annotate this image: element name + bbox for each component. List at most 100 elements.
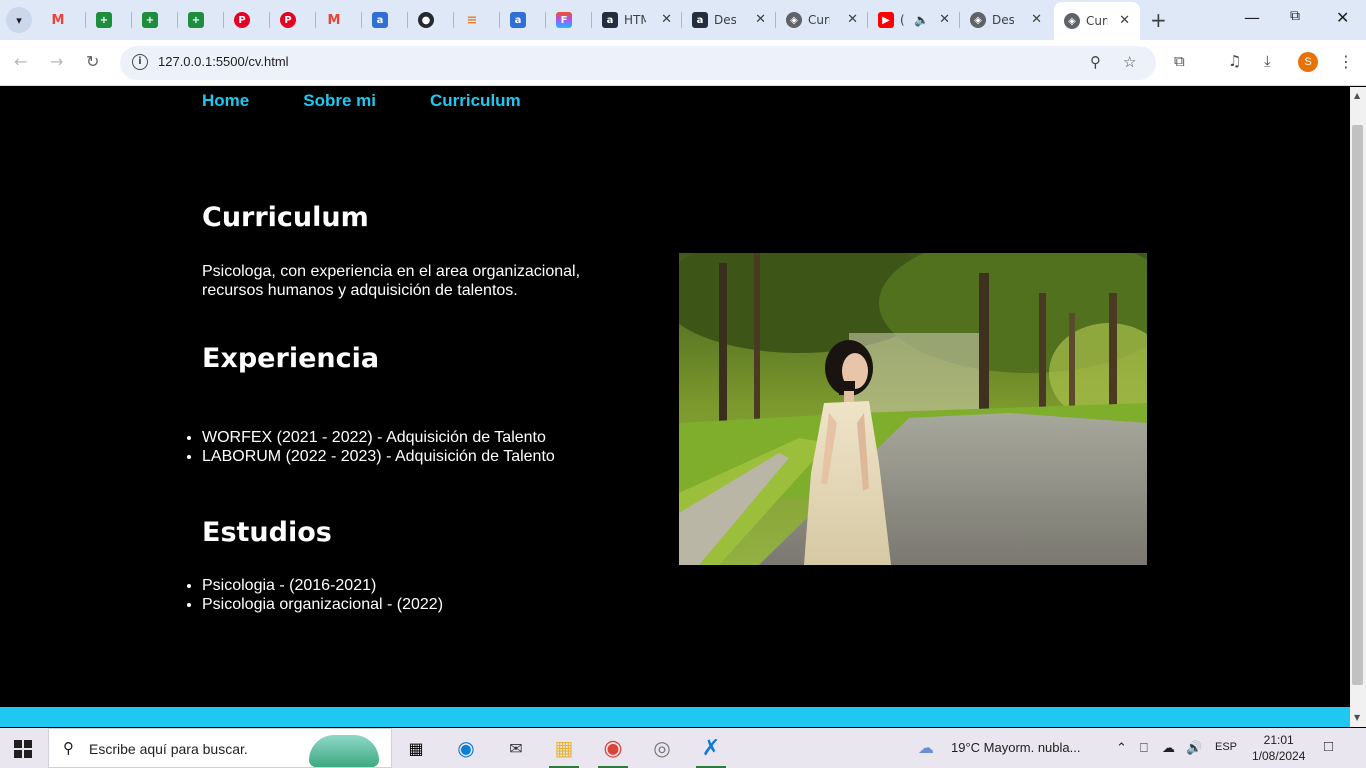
clock-date: 1/08/2024 — [1252, 749, 1306, 763]
tab-stackoverflow[interactable]: ≡ — [454, 0, 500, 40]
close-icon[interactable]: ✕ — [755, 12, 766, 27]
close-icon[interactable]: ✕ — [847, 12, 858, 27]
amazon-dark-icon: a — [692, 12, 708, 28]
stackoverflow-icon: ≡ — [466, 12, 478, 28]
forward-button[interactable]: → — [50, 52, 63, 71]
tab-sheets[interactable]: + — [178, 0, 224, 40]
nav-link-curriculum[interactable]: Curriculum — [430, 91, 521, 111]
tab-github[interactable]: ● — [408, 0, 454, 40]
tab-des[interactable]: a Des ✕ — [682, 0, 776, 40]
nav-link-sobre-mi[interactable]: Sobre mi — [303, 91, 376, 111]
nav-link-home[interactable]: Home — [202, 91, 249, 111]
url-text[interactable]: 127.0.0.1:5500/cv.html — [158, 54, 289, 69]
github-icon: ● — [418, 12, 434, 28]
pinterest-icon: P — [234, 12, 250, 28]
tab-curr[interactable]: ◈Curr✕ — [776, 0, 868, 40]
profile-avatar[interactable]: S — [1298, 52, 1318, 72]
minimize-button[interactable]: — — [1244, 8, 1260, 27]
language-indicator[interactable]: ESP — [1215, 741, 1237, 753]
sheets-icon: + — [188, 12, 204, 28]
scroll-up-arrow-icon[interactable]: ▲ — [1354, 91, 1360, 100]
web-page: Home Sobre mi Curriculum Curriculum Psic… — [0, 87, 1350, 727]
tab-search-button[interactable]: ▾ — [6, 7, 32, 33]
tab-pinterest[interactable]: P — [270, 0, 316, 40]
tab-strip: ▾ M + + + P P M a ● ≡ a F a HTM ✕ a Des ✕ ◈ C… — [0, 0, 1366, 40]
close-window-button[interactable]: ✕ — [1336, 8, 1349, 27]
tab-youtube[interactable]: ▶(🔈 ✕ — [868, 0, 960, 40]
sheets-icon: + — [142, 12, 158, 28]
studies-list: Psicologia - (2016-2021) Psicologia orga… — [202, 576, 443, 614]
chrome-icon[interactable]: ◉ — [590, 728, 636, 768]
tab-gmail[interactable]: M — [40, 0, 86, 40]
mail-icon[interactable]: ✉ — [493, 728, 539, 768]
close-icon[interactable]: ✕ — [1031, 12, 1042, 27]
site-info-icon[interactable]: i — [132, 54, 148, 70]
list-item: LABORUM (2022 - 2023) - Adquisición de T… — [202, 447, 555, 466]
notifications-icon[interactable]: □ — [1324, 738, 1333, 755]
browser-toolbar: ← → ↻ i 127.0.0.1:5500/cv.html ⚲ ☆ ⧉ ♫ ⤓… — [0, 40, 1366, 86]
site-nav: Home Sobre mi Curriculum — [202, 91, 575, 111]
search-icon: ⚲ — [63, 739, 74, 757]
meet-icon[interactable]: ⎕ — [1140, 740, 1148, 756]
profile-photo — [679, 253, 1147, 565]
list-item: WORFEX (2021 - 2022) - Adquisición de Ta… — [202, 428, 555, 447]
file-explorer-icon[interactable]: ▦ — [541, 728, 587, 768]
list-item: Psicologia organizacional - (2022) — [202, 595, 443, 614]
gmail-icon: M — [51, 12, 65, 28]
scroll-thumb[interactable] — [1352, 125, 1363, 685]
app-icon[interactable]: ◎ — [639, 728, 685, 768]
globe-icon: ◈ — [1064, 13, 1080, 29]
start-button[interactable] — [14, 740, 32, 758]
globe-icon: ◈ — [970, 12, 986, 28]
volume-icon[interactable]: 🔊 — [1186, 740, 1202, 756]
restore-button[interactable]: ⧉ — [1290, 8, 1300, 24]
page-title: Curriculum — [202, 202, 369, 233]
tab-des[interactable]: ◈ Des ✕ — [960, 0, 1052, 40]
new-tab-button[interactable]: + — [1150, 8, 1167, 32]
profile-summary: Psicologa, con experiencia en el area or… — [202, 263, 581, 299]
chevron-up-icon[interactable]: ⌃ — [1116, 740, 1127, 756]
task-view-icon[interactable]: ▦ — [393, 728, 439, 768]
tab-amazon[interactable]: a — [500, 0, 546, 40]
taskbar-search[interactable]: ⚲ Escribe aquí para buscar. — [48, 728, 392, 768]
onedrive-icon[interactable]: ☁ — [1162, 740, 1175, 756]
tab-htm[interactable]: a HTM ✕ — [592, 0, 682, 40]
close-icon[interactable]: ✕ — [1119, 13, 1130, 28]
amazon-icon: a — [372, 12, 388, 28]
back-button[interactable]: ← — [14, 52, 27, 71]
tab-pinterest[interactable]: P — [224, 0, 270, 40]
sheets-icon: + — [96, 12, 112, 28]
reload-button[interactable]: ↻ — [86, 52, 99, 71]
close-icon[interactable]: ✕ — [661, 12, 672, 27]
experience-list: WORFEX (2021 - 2022) - Adquisición de Ta… — [202, 428, 555, 466]
studies-heading: Estudios — [202, 517, 332, 548]
media-control-icon[interactable]: ♫ — [1228, 52, 1241, 70]
menu-icon[interactable]: ⋮ — [1338, 52, 1354, 71]
vscode-icon[interactable]: ✗ — [688, 728, 734, 768]
tab-curr-active[interactable]: ◈Curr✕ — [1054, 2, 1140, 40]
tab-gmail[interactable]: M — [316, 0, 362, 40]
weather-icon[interactable]: ☁ — [918, 738, 934, 758]
close-icon[interactable]: ✕ — [939, 12, 950, 27]
extensions-icon[interactable]: ⧉ — [1174, 52, 1185, 70]
clock[interactable]: 21:01 1/08/2024 — [1252, 732, 1305, 764]
tab-sheets[interactable]: + — [132, 0, 178, 40]
download-icon[interactable]: ⤓ — [1264, 52, 1271, 70]
page-scrollbar[interactable]: ▲ ▼ — [1350, 87, 1366, 727]
search-highlight-image — [309, 735, 379, 767]
weather-text[interactable]: 19°C Mayorm. nubla... — [951, 740, 1080, 755]
experience-heading: Experiencia — [202, 343, 380, 374]
tab-figma[interactable]: F — [546, 0, 592, 40]
speaker-icon[interactable]: 🔈 — [914, 13, 929, 27]
tab-amazon[interactable]: a — [362, 0, 408, 40]
scroll-down-arrow-icon[interactable]: ▼ — [1354, 713, 1360, 722]
pinterest-icon: P — [280, 12, 296, 28]
clock-time: 21:01 — [1263, 733, 1294, 747]
amazon-dark-icon: a — [602, 12, 618, 28]
edge-icon[interactable]: ◉ — [443, 728, 489, 768]
amazon-icon: a — [510, 12, 526, 28]
bookmark-star-icon[interactable]: ☆ — [1123, 53, 1136, 71]
address-bar[interactable]: i 127.0.0.1:5500/cv.html ⚲ ☆ — [120, 46, 1156, 80]
zoom-icon[interactable]: ⚲ — [1090, 53, 1101, 71]
tab-sheets[interactable]: + — [86, 0, 132, 40]
